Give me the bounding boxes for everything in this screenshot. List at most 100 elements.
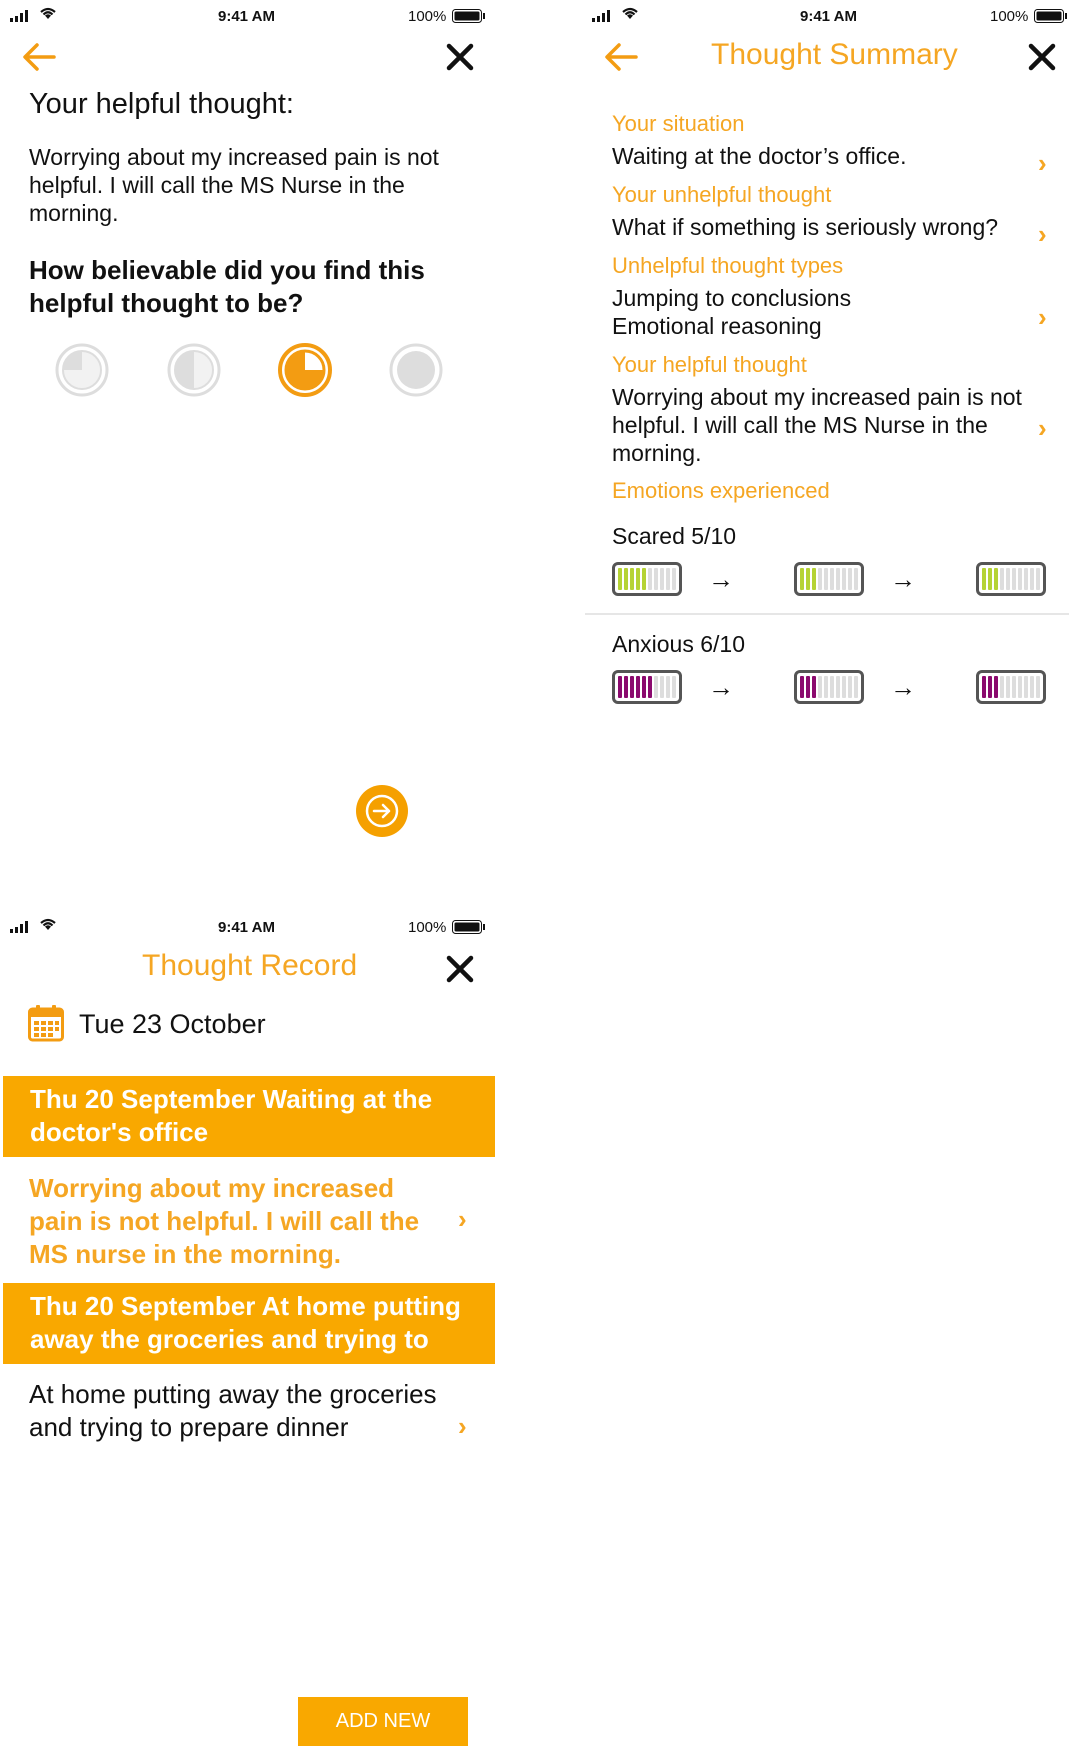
arrow-right-icon (365, 794, 399, 828)
level-segment (848, 676, 852, 698)
level-segment (630, 676, 634, 698)
record-chevron-icon[interactable]: › (458, 1204, 467, 1235)
level-segment (1012, 676, 1016, 698)
level-segment (1036, 568, 1040, 590)
arrow-right-icon: → (708, 672, 734, 702)
record-chevron-icon[interactable]: › (458, 1411, 467, 1442)
arrow-right-icon: → (708, 564, 734, 594)
level-segment (672, 568, 676, 590)
level-segment (1030, 568, 1034, 590)
record-header[interactable]: Thu 20 September At home putting away th… (3, 1283, 495, 1387)
level-segment (836, 568, 840, 590)
level-segment (806, 568, 810, 590)
level-segment (988, 676, 992, 698)
level-segment (982, 676, 986, 698)
rating-half-pie-icon[interactable] (166, 342, 222, 403)
emotion-level-bar (794, 562, 864, 596)
battery-icon (1034, 9, 1068, 28)
record-body[interactable]: At home putting away the groceries and t… (29, 1378, 439, 1444)
emotion-level-bar (976, 562, 1046, 596)
signal-icon (10, 9, 32, 27)
rating-full-pie-icon[interactable] (388, 342, 444, 403)
emotion-name: Anxious 6/10 (612, 631, 745, 657)
status-battery-label: 100% (408, 8, 447, 25)
level-segment (842, 568, 846, 590)
signal-icon (592, 9, 614, 27)
arrow-right-icon: → (890, 564, 916, 594)
page-title: Thought Summary (711, 38, 958, 71)
level-segment (660, 568, 664, 590)
level-segment (636, 676, 640, 698)
level-segment (1000, 568, 1004, 590)
divider (585, 613, 1069, 615)
battery-icon (452, 920, 486, 939)
emotions-label: Emotions experienced (612, 478, 830, 503)
helpful-label: Your helpful thought (612, 352, 807, 377)
level-segment (666, 568, 670, 590)
helpful-chevron-icon[interactable]: › (1038, 413, 1047, 444)
level-segment (618, 568, 622, 590)
type-item: Jumping to conclusions (612, 285, 852, 311)
level-segment (636, 568, 640, 590)
level-segment (642, 568, 646, 590)
level-segment (1006, 676, 1010, 698)
types-label: Unhelpful thought types (612, 253, 844, 278)
level-segment (648, 676, 652, 698)
current-date: Tue 23 October (79, 1009, 266, 1039)
back-arrow-icon[interactable] (22, 42, 56, 77)
level-segment (630, 568, 634, 590)
level-segment (1024, 676, 1028, 698)
unhelpful-chevron-icon[interactable]: › (1038, 219, 1047, 250)
level-segment (1018, 568, 1022, 590)
calendar-icon[interactable] (28, 1004, 64, 1047)
level-segment (648, 568, 652, 590)
signal-icon (10, 920, 32, 938)
next-button[interactable] (356, 785, 408, 837)
level-segment (836, 676, 840, 698)
level-segment (818, 676, 822, 698)
helpful-thought-text: Worrying about my increased pain is not … (29, 144, 439, 226)
level-segment (1036, 676, 1040, 698)
level-segment (800, 676, 804, 698)
unhelpful-text: What if something is seriously wrong? (612, 214, 999, 240)
types-chevron-icon[interactable]: › (1038, 302, 1047, 333)
level-segment (618, 676, 622, 698)
level-segment (800, 568, 804, 590)
record-body[interactable]: Worrying about my increased pain is not … (29, 1172, 439, 1271)
believability-question: How believable did you find this helpful… (29, 255, 425, 318)
wifi-icon (620, 6, 640, 25)
close-icon[interactable] (446, 955, 474, 988)
level-segment (642, 676, 646, 698)
level-segment (830, 568, 834, 590)
type-item: Emotional reasoning (612, 313, 822, 339)
situation-text: Waiting at the doctor’s office. (612, 143, 907, 169)
emotion-level-bar (612, 670, 682, 704)
rating-three-quarter-pie-icon[interactable] (277, 342, 333, 403)
status-time: 9:41 AM (218, 919, 275, 936)
level-segment (1012, 568, 1016, 590)
page-heading: Your helpful thought: (29, 88, 294, 120)
level-segment (624, 568, 628, 590)
level-segment (660, 676, 664, 698)
emotion-level-bar (794, 670, 864, 704)
level-segment (672, 676, 676, 698)
level-segment (624, 676, 628, 698)
close-icon[interactable] (446, 43, 474, 76)
level-segment (1000, 676, 1004, 698)
wifi-icon (38, 917, 58, 936)
back-arrow-icon[interactable] (604, 42, 638, 77)
record-header[interactable]: Thu 20 September Waiting at the doctor's… (3, 1076, 495, 1157)
close-icon[interactable] (1028, 43, 1056, 76)
level-segment (994, 676, 998, 698)
rating-quarter-pie-icon[interactable] (54, 342, 110, 403)
level-segment (824, 676, 828, 698)
page-title: Thought Record (142, 949, 358, 982)
situation-label: Your situation (612, 111, 745, 136)
status-time: 9:41 AM (218, 8, 275, 25)
situation-chevron-icon[interactable]: › (1038, 148, 1047, 179)
helpful-text: Worrying about my increased pain is not … (612, 384, 1022, 466)
level-segment (1006, 568, 1010, 590)
level-segment (842, 676, 846, 698)
add-new-button[interactable]: ADD NEW (298, 1697, 468, 1746)
level-segment (988, 568, 992, 590)
